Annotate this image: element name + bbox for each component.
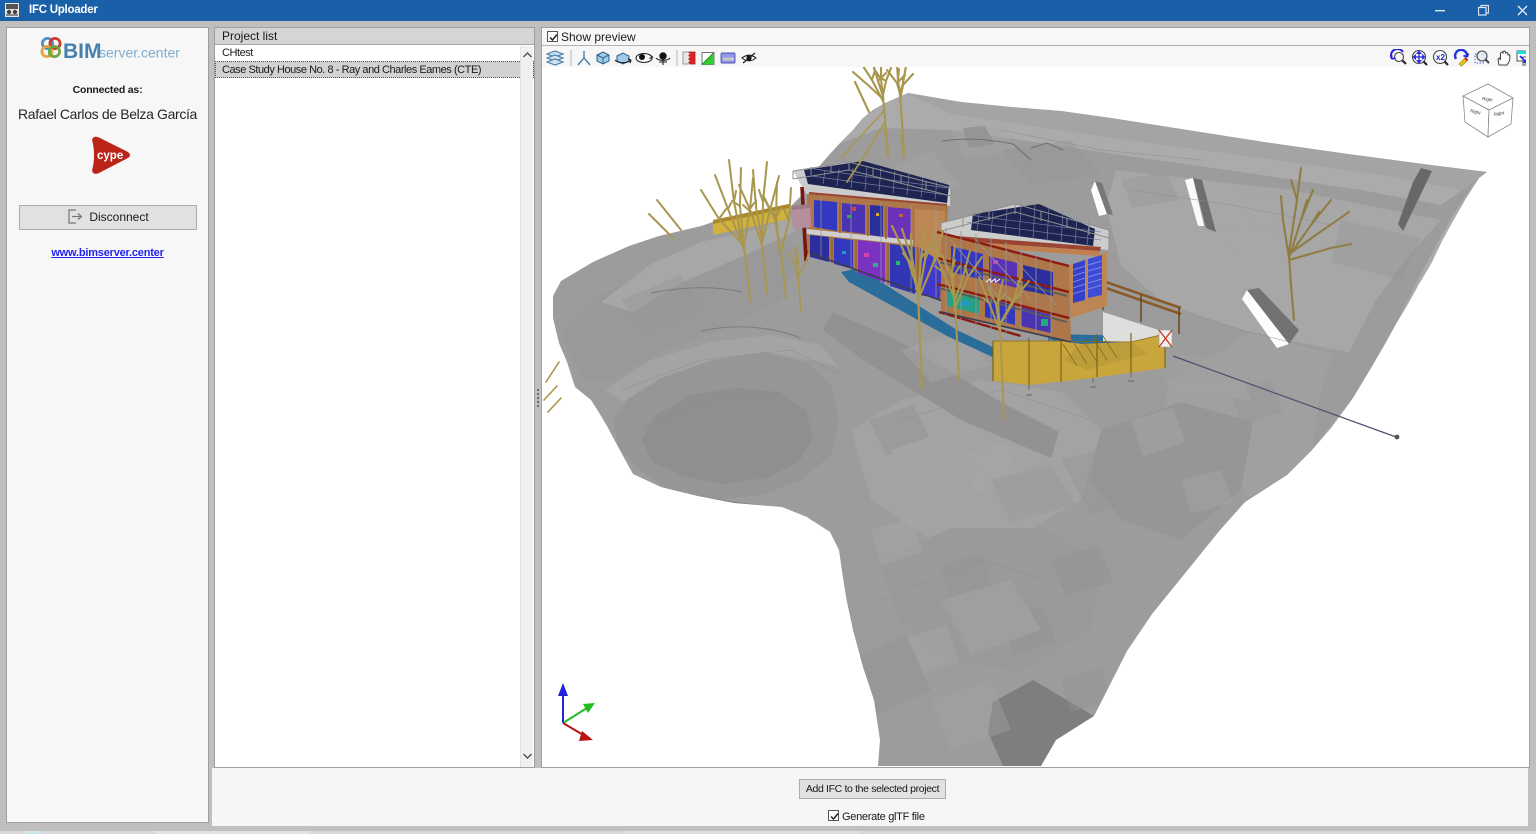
svg-text:cype: cype bbox=[97, 150, 123, 162]
svg-text:server.center: server.center bbox=[99, 45, 180, 61]
svg-text:BIM: BIM bbox=[63, 40, 102, 63]
svg-text:x2: x2 bbox=[1436, 53, 1445, 62]
